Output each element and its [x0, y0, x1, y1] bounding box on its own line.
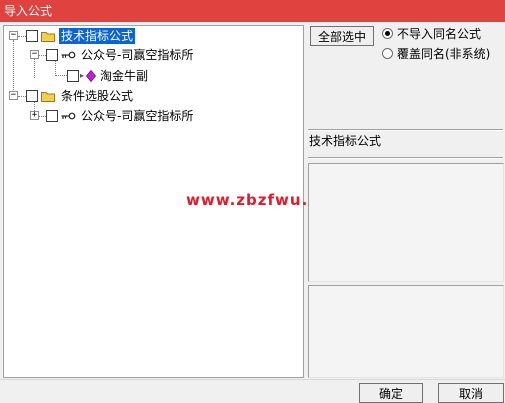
- radio-button[interactable]: [382, 48, 393, 59]
- key-icon: [61, 112, 76, 120]
- formula-name-label: 技术指标公式: [309, 134, 382, 148]
- title-bar[interactable]: 导入公式: [0, 0, 505, 22]
- tree-node-author-group[interactable]: − 公众号-司赢空指标所: [4, 46, 294, 64]
- tree-node-technical-indicators[interactable]: − 技术指标公式: [4, 27, 294, 45]
- collapse-toggle[interactable]: −: [9, 31, 18, 40]
- separator: [308, 157, 503, 159]
- separator: [308, 129, 503, 131]
- tree-node-label: 公众号-司赢空指标所: [81, 109, 194, 123]
- import-formula-dialog: 导入公式 − 技术指标公式 − 公众号-司赢空指标所 ▸ 淘金牛副 − 条件选股…: [0, 0, 505, 403]
- folder-icon: [41, 32, 55, 42]
- radio-skip-duplicates[interactable]: 不导入同名公式: [382, 26, 502, 42]
- expand-toggle[interactable]: +: [30, 111, 39, 120]
- checkbox[interactable]: [26, 90, 38, 102]
- select-all-button[interactable]: 全部选中: [310, 26, 374, 46]
- tree-connector-line: [18, 36, 26, 37]
- checkbox[interactable]: [46, 110, 58, 122]
- window-title: 导入公式: [4, 4, 53, 18]
- tree-node-label: 技术指标公式: [59, 28, 136, 44]
- arrow-icon: ▸: [80, 71, 85, 80]
- tree-node-author-group[interactable]: + 公众号-司赢空指标所: [4, 107, 294, 125]
- radio-label: 不导入同名公式: [397, 27, 482, 41]
- radio-label: 覆盖同名(非系统): [397, 47, 491, 61]
- tree-connector-line: [39, 116, 46, 117]
- tree-node-stock-screening[interactable]: − 条件选股公式: [4, 87, 294, 105]
- radio-overwrite-duplicates[interactable]: 覆盖同名(非系统): [382, 46, 502, 62]
- diamond-icon: [86, 70, 96, 82]
- collapse-toggle[interactable]: −: [30, 50, 39, 59]
- radio-button[interactable]: [382, 28, 393, 39]
- tree-node-label: 条件选股公式: [61, 89, 134, 103]
- separator: [0, 379, 505, 380]
- tree-node-label: 公众号-司赢空指标所: [81, 48, 194, 62]
- tree-connector-line: [39, 55, 46, 56]
- checkbox[interactable]: [46, 49, 58, 61]
- ok-button[interactable]: 确定: [359, 383, 423, 403]
- folder-icon: [41, 92, 55, 102]
- checkbox[interactable]: [67, 70, 79, 82]
- tree-connector-line: [18, 96, 26, 97]
- formula-parameters-box[interactable]: [308, 285, 504, 378]
- tree-connector-line: [56, 75, 67, 76]
- cancel-button[interactable]: 取消: [438, 383, 504, 403]
- checkbox[interactable]: [26, 30, 38, 42]
- tree-node-formula-item[interactable]: ▸ 淘金牛副: [4, 67, 294, 85]
- key-icon: [61, 51, 76, 59]
- formula-description-box[interactable]: [308, 163, 504, 282]
- collapse-toggle[interactable]: −: [9, 91, 18, 100]
- tree-node-label: 淘金牛副: [100, 69, 149, 83]
